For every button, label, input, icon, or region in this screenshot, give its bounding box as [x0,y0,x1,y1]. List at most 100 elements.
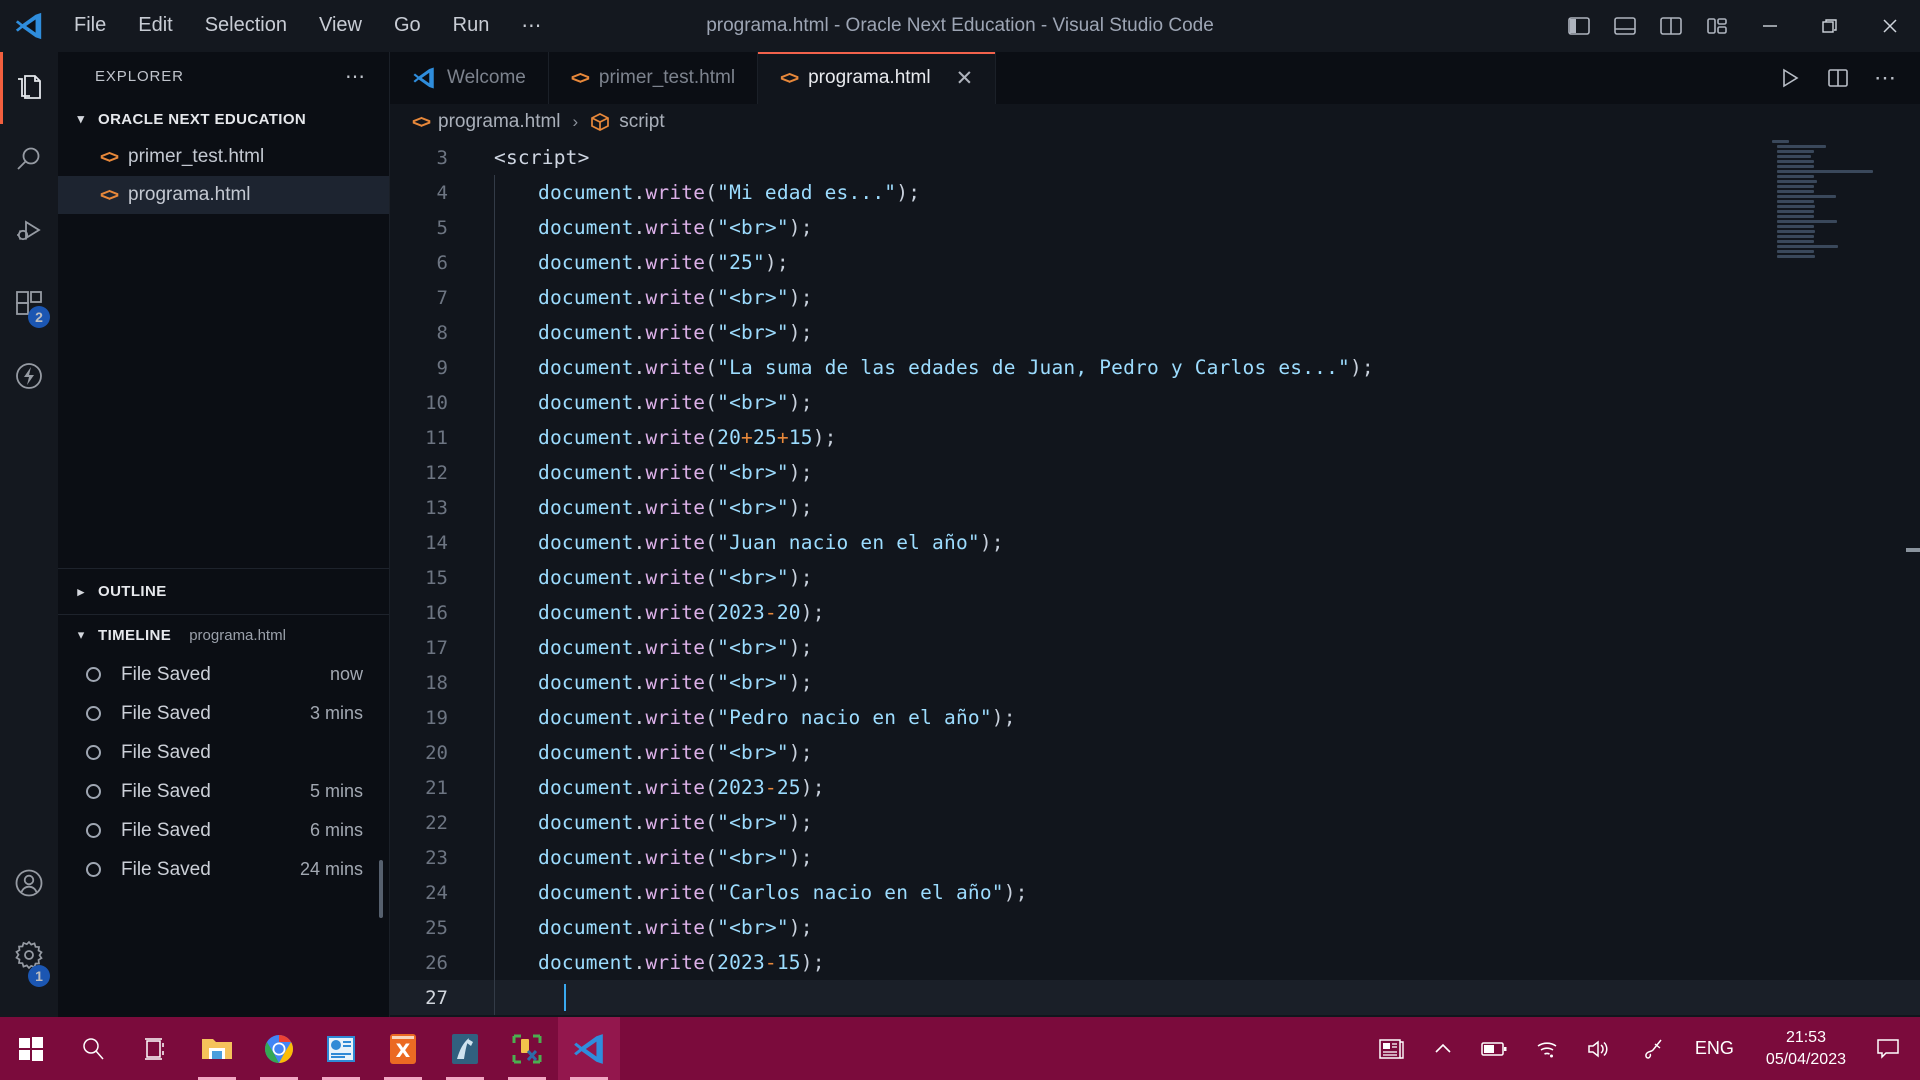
code-line[interactable]: 9 document.write("La suma de las edades d… [390,350,1920,385]
timeline-item[interactable]: File Saved now [58,655,389,694]
code-line[interactable]: 24 document.write("Carlos nacio en el año… [390,875,1920,910]
accounts-button[interactable] [0,847,58,919]
file-item-programa[interactable]: <> programa.html [58,176,389,214]
breadcrumb-file[interactable]: programa.html [438,111,561,133]
code-line[interactable]: 26 document.write(2023-15); [390,945,1920,980]
code-token: ( [705,741,718,764]
tab-welcome[interactable]: Welcome [390,52,549,104]
taskbar-search-icon[interactable] [62,1017,124,1080]
minimap-line [1777,250,1815,253]
clock[interactable]: 21:53 05/04/2023 [1750,1017,1862,1080]
google-chrome-icon[interactable] [248,1017,310,1080]
code-line[interactable]: 4 document.write("Mi edad es..."); [390,175,1920,210]
code-line[interactable]: 25 document.write("<br>"); [390,910,1920,945]
code-line[interactable]: 7 document.write("<br>"); [390,280,1920,315]
volume-icon[interactable] [1573,1017,1627,1080]
tab-programa[interactable]: <> programa.html ✕ [758,52,997,104]
code-line[interactable]: 8 document.write("<br>"); [390,315,1920,350]
timeline-item[interactable]: File Saved 3 mins [58,694,389,733]
outline-section-header[interactable]: ▸ OUTLINE [58,569,389,614]
menu-view[interactable]: View [303,10,378,41]
code-line[interactable]: 5 document.write("<br>"); [390,210,1920,245]
editor-scrollbar[interactable] [1906,548,1920,552]
code-line[interactable]: 17 document.write("<br>"); [390,630,1920,665]
mysql-workbench-icon[interactable] [434,1017,496,1080]
language-indicator[interactable]: ENG [1679,1038,1750,1059]
menu-file[interactable]: File [58,10,122,41]
code-line[interactable]: 11 document.write(20+25+15); [390,420,1920,455]
vscode-taskbar-icon[interactable] [558,1017,620,1080]
code-line[interactable]: 12 document.write("<br>"); [390,455,1920,490]
code-lines[interactable]: 3 <script> 4 document.write("Mi edad es..."… [390,140,1920,1015]
show-hidden-icons-button[interactable] [1419,1017,1467,1080]
code-line[interactable]: 19 document.write("Pedro nacio en el año"… [390,700,1920,735]
code-line[interactable]: 23 document.write("<br>"); [390,840,1920,875]
pen-icon[interactable] [1627,1017,1679,1080]
toggle-panel-icon[interactable] [1602,0,1648,52]
toggle-secondary-sidebar-icon[interactable] [1648,0,1694,52]
more-actions-icon[interactable]: ⋯ [1862,52,1910,104]
sidebar-item-extensions[interactable]: 2 [0,268,58,340]
code-line[interactable]: 15 document.write("<br>"); [390,560,1920,595]
code-token: document [538,356,634,379]
breadcrumb-symbol[interactable]: script [619,111,664,133]
code-line[interactable]: 13 document.write("<br>"); [390,490,1920,525]
run-icon[interactable] [1766,52,1814,104]
tab-close-icon[interactable]: ✕ [956,66,974,91]
sidebar-item-run-and-debug[interactable] [0,196,58,268]
code-line[interactable]: 22 document.write("<br>"); [390,805,1920,840]
code-line[interactable]: 6 document.write("25"); [390,245,1920,280]
code-line[interactable]: 27 [390,980,1920,1015]
sidebar-item-explorer[interactable] [0,52,58,124]
timeline-scrollbar[interactable] [379,860,383,918]
wifi-icon[interactable] [1521,1017,1573,1080]
clock-time: 21:53 [1785,1028,1826,1046]
menu-more[interactable]: ⋯ [505,9,557,42]
code-line[interactable]: 21 document.write(2023-25); [390,770,1920,805]
start-button[interactable] [0,1017,62,1080]
code-text: document.write("25"); [468,251,789,274]
minimap[interactable] [1772,140,1873,258]
menu-run[interactable]: Run [437,10,506,41]
xampp-icon[interactable]: X [372,1017,434,1080]
explorer-more-icon[interactable]: ⋯ [345,64,367,89]
minimize-button[interactable] [1740,0,1800,52]
timeline-item[interactable]: File Saved 6 mins [58,811,389,850]
menu-bar[interactable]: File Edit Selection View Go Run ⋯ [58,9,557,42]
file-explorer-icon[interactable] [186,1017,248,1080]
timeline-item[interactable]: File Saved 24 mins [58,850,389,889]
line-number: 20 [425,741,448,764]
sidebar-item-thunder-client[interactable] [0,340,58,412]
restore-button[interactable] [1800,0,1860,52]
code-line[interactable]: 14 document.write("Juan nacio en el año")… [390,525,1920,560]
battery-icon[interactable] [1467,1017,1521,1080]
code-line[interactable]: 16 document.write(2023-20); [390,595,1920,630]
split-editor-icon[interactable] [1814,52,1862,104]
timeline-item-label: File Saved [121,819,211,841]
task-view-icon[interactable] [124,1017,186,1080]
manage-settings-button[interactable]: 1 [0,919,58,991]
customize-layout-icon[interactable] [1694,0,1740,52]
toggle-primary-sidebar-icon[interactable] [1556,0,1602,52]
menu-selection[interactable]: Selection [189,10,303,41]
timeline-section-header[interactable]: ▾ TIMELINE programa.html [58,615,389,655]
timeline-item[interactable]: File Saved 5 mins [58,772,389,811]
code-line[interactable]: 20 document.write("<br>"); [390,735,1920,770]
news-icon[interactable] [1365,1017,1419,1080]
notifications-icon[interactable] [1862,1017,1914,1080]
sidebar-item-search[interactable] [0,124,58,196]
timeline-item[interactable]: File Saved [58,733,389,772]
close-button[interactable] [1860,0,1920,52]
code-line[interactable]: 10 document.write("<br>"); [390,385,1920,420]
snipping-tool-icon[interactable] [496,1017,558,1080]
menu-go[interactable]: Go [378,10,437,41]
presentation-app-icon[interactable] [310,1017,372,1080]
code-line[interactable]: 18 document.write("<br>"); [390,665,1920,700]
tab-primer-test[interactable]: <> primer_test.html [548,52,759,104]
menu-edit[interactable]: Edit [122,10,188,41]
code-editor[interactable]: 3 <script> 4 document.write("Mi edad es..."… [390,140,1920,1017]
html-icon: <> [100,146,119,167]
file-item-primer-test[interactable]: <> primer_test.html [58,138,389,176]
folder-header[interactable]: ▾ ORACLE NEXT EDUCATION [58,100,389,138]
code-line[interactable]: 3 <script> [390,140,1920,175]
